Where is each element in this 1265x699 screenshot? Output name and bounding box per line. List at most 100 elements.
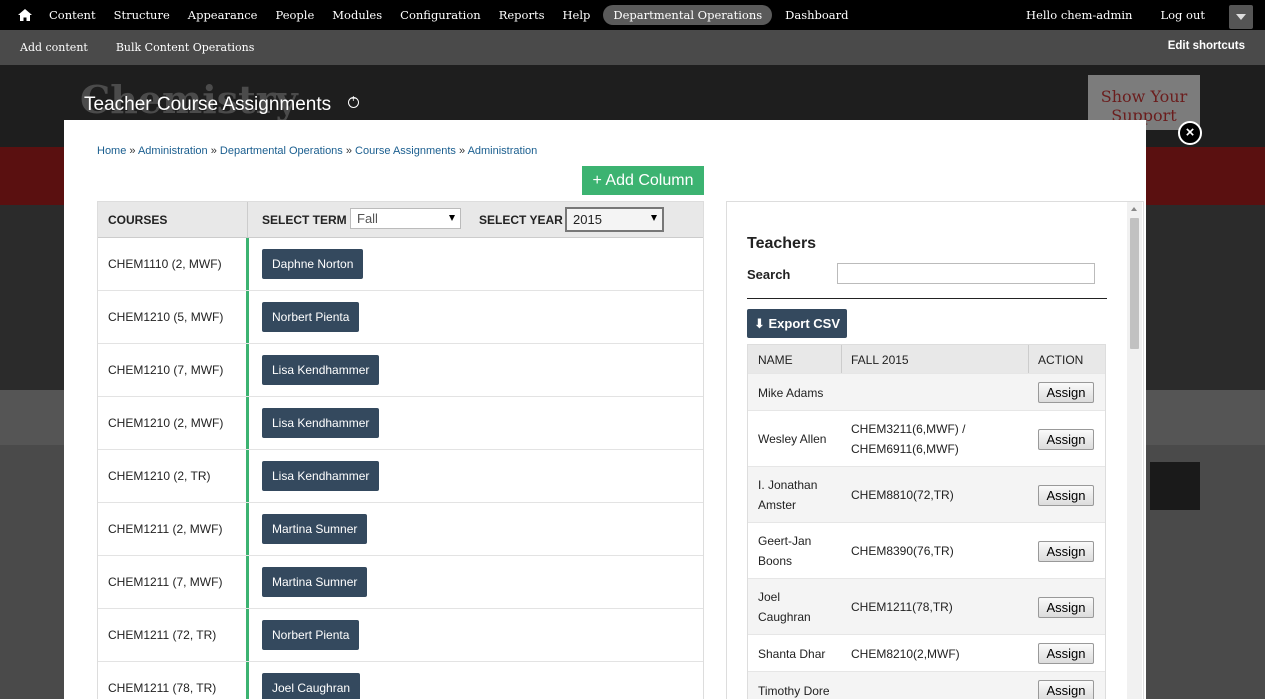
menu-configuration[interactable]: Configuration [395,5,486,25]
course-row: CHEM1211 (78, TR) Joel Caughran [98,662,703,699]
name-column-header[interactable]: NAME [758,353,793,367]
menu-modules[interactable]: Modules [327,5,387,25]
course-name: CHEM1210 (5, MWF) [108,310,224,324]
course-name: CHEM1211 (78, TR) [108,681,217,695]
term-select[interactable]: Fall [350,208,461,229]
toolbar-menu: Content Structure Appearance People Modu… [44,0,862,30]
menu-dashboard[interactable]: Dashboard [780,5,853,25]
shortcut-add-content[interactable]: Add content [14,39,94,56]
breadcrumb-administration[interactable]: Administration [138,145,208,157]
year-select[interactable]: 2015 [565,207,664,232]
menu-help[interactable]: Help [557,5,595,25]
teacher-row: Joel Caughran CHEM1211(78,TR) Assign [748,578,1105,634]
assign-button[interactable]: Assign [1038,382,1094,403]
overlay-dialog: Home » Administration » Departmental Ope… [64,120,1146,699]
course-name: CHEM1211 (7, MWF) [108,575,223,589]
teacher-name-line: Timothy Dore [758,683,830,698]
shortcuts-toggle-button[interactable] [1229,5,1253,29]
teacher-assignments: CHEM8390(76,TR) [851,541,954,561]
course-name: CHEM1210 (2, TR) [108,469,211,483]
user-greeting[interactable]: Hello chem-admin [1026,8,1132,22]
course-row: CHEM1210 (7, MWF) Lisa Kendhammer [98,344,703,397]
teacher-name: Wesley Allen [758,429,826,449]
courses-column-header: COURSES [98,202,248,238]
action-column-header: ACTION [1038,353,1084,367]
term-select-value: Fall [357,211,378,226]
add-shortcut-icon[interactable] [348,94,360,108]
assign-button[interactable]: Assign [1038,680,1094,699]
scroll-up-arrow-icon[interactable] [1131,207,1137,211]
breadcrumb-home[interactable]: Home [97,145,126,157]
assigned-teacher-button[interactable]: Lisa Kendhammer [262,461,380,491]
teacher-name-line: Caughran [758,610,811,624]
shortcut-bulk-content-operations[interactable]: Bulk Content Operations [110,39,261,56]
course-name: CHEM1211 (72, TR) [108,628,217,642]
teachers-panel: Teachers Search ⬇ Export CSV NAME FALL 2… [726,201,1144,699]
course-name: CHEM1110 (2, MWF) [108,257,222,271]
courses-table-header: COURSES SELECT TERM Fall SELECT YEAR 201… [98,202,703,238]
course-row: CHEM1211 (7, MWF) Martina Sumner [98,556,703,609]
teacher-assignments: CHEM3211(6,MWF) / CHEM6911(6,MWF) [851,419,965,459]
teacher-assignments: CHEM8210(2,MWF) [851,644,960,664]
page-title: Teacher Course Assignments [84,94,360,116]
assignment-line: CHEM8210(2,MWF) [851,646,960,661]
close-button[interactable]: × [1178,121,1202,145]
teachers-table-header: NAME FALL 2015 ACTION [748,345,1105,373]
course-name: CHEM1210 (7, MWF) [108,363,224,377]
assign-button[interactable]: Assign [1038,484,1094,506]
assigned-teacher-button[interactable]: Lisa Kendhammer [262,408,380,438]
assign-button[interactable]: Assign [1038,428,1094,450]
assigned-teacher-button[interactable]: Lisa Kendhammer [262,355,380,385]
teachers-table: NAME FALL 2015 ACTION Mike Adams Assign We… [747,344,1106,699]
assignment-line: CHEM3211(6,MWF) / [851,422,966,436]
menu-structure[interactable]: Structure [109,5,175,25]
menu-departmental-operations[interactable]: Departmental Operations [603,5,773,25]
breadcrumb-departmental-operations[interactable]: Departmental Operations [220,145,343,157]
course-row: CHEM1210 (5, MWF) Norbert Pienta [98,291,703,344]
scrollbar[interactable] [1127,202,1142,699]
teacher-name: Timothy Dore [758,681,830,699]
teacher-row: Wesley Allen CHEM3211(6,MWF) / CHEM6911(6,… [748,410,1105,466]
breadcrumb-course-assignments[interactable]: Course Assignments [355,145,456,157]
menu-reports[interactable]: Reports [494,5,550,25]
assigned-teacher-button[interactable]: Norbert Pienta [262,302,360,332]
assign-button[interactable]: Assign [1038,643,1094,664]
page-title-text: Teacher Course Assignments [84,94,332,115]
assigned-teacher-button[interactable]: Daphne Norton [262,249,364,279]
home-icon[interactable] [14,7,36,23]
assigned-teacher-button[interactable]: Martina Sumner [262,514,368,544]
teacher-row: I. Jonathan Amster CHEM8810(72,TR) Assign [748,466,1105,522]
scrollbar-thumb[interactable] [1130,218,1139,349]
course-name: CHEM1210 (2, MWF) [108,416,224,430]
assigned-teacher-button[interactable]: Martina Sumner [262,567,368,597]
teacher-search-input[interactable] [837,263,1095,284]
edit-shortcuts-link[interactable]: Edit shortcuts [1168,40,1245,52]
add-column-button[interactable]: + Add Column [582,166,704,195]
assignment-line: CHEM6911(6,MWF) [851,442,959,456]
assignment-line: CHEM1211(78,TR) [851,600,953,614]
assign-button[interactable]: Assign [1038,596,1094,618]
term-column-header[interactable]: FALL 2015 [851,353,909,367]
menu-people[interactable]: People [270,5,319,25]
assigned-teacher-button[interactable]: Joel Caughran [262,673,361,699]
assignment-line: CHEM8810(72,TR) [851,488,954,502]
admin-toolbar: Content Structure Appearance People Modu… [0,0,1265,30]
teacher-name-line: Geert-Jan [758,534,812,548]
courses-table: COURSES SELECT TERM Fall SELECT YEAR 201… [97,201,704,699]
teacher-assignments: CHEM1211(78,TR) [851,597,953,617]
teacher-name-line: Mike Adams [758,385,824,400]
teacher-name-line: Boons [758,554,793,568]
menu-appearance[interactable]: Appearance [183,5,263,25]
column-divider [1028,345,1029,373]
breadcrumb-administration-current[interactable]: Administration [468,145,538,157]
assigned-teacher-button[interactable]: Norbert Pienta [262,620,360,650]
column-divider [841,345,842,373]
logout-link[interactable]: Log out [1160,8,1205,22]
chevron-down-icon [449,215,455,221]
menu-content[interactable]: Content [44,5,101,25]
assign-button[interactable]: Assign [1038,540,1094,562]
export-csv-button[interactable]: ⬇ Export CSV [747,309,847,338]
teacher-name: I. Jonathan Amster [758,475,817,515]
teacher-name-line: I. Jonathan [758,478,818,492]
chevron-down-icon [651,215,657,221]
